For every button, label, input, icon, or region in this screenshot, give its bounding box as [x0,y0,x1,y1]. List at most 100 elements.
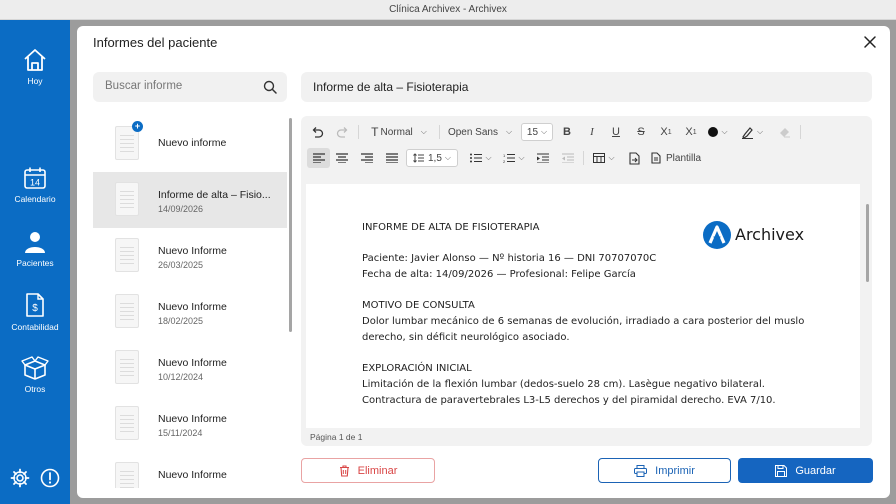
highlighter-icon [741,126,753,139]
box-icon [21,356,49,380]
editor-scrollbar[interactable] [866,204,869,282]
report-date: 26/03/2025 [158,260,204,270]
save-icon [775,464,788,477]
line-spacing-icon [413,153,424,163]
report-list: + Nuevo informe Informe de alta – Fisio.… [93,116,287,488]
sidebar-bottom-bar [0,468,70,490]
chevron-down-icon: ⌵ [608,153,615,162]
document-page[interactable]: INFORME DE ALTA DE FISIOTERAPIA Paciente… [306,184,860,428]
template-icon [651,152,661,164]
doc-line: derecho, sin déficit neurológico asociad… [362,332,570,343]
list-item[interactable]: Nuevo Informe 10/12/2024 [93,340,287,396]
calendar-icon: 14 [24,167,46,189]
sidebar-item-pacientes[interactable]: Pacientes [0,230,70,268]
document-icon [115,238,139,272]
template-label: Plantilla [666,152,702,164]
highlight-picker[interactable]: ⌵ [737,122,767,142]
document-icon [115,462,139,488]
delete-button[interactable]: Eliminar [301,458,435,483]
superscript-icon[interactable]: X1 [681,122,701,142]
chevron-down-icon: ⌵ [420,127,427,136]
report-date: 14/09/2026 [158,204,204,214]
text-style-select[interactable]: T Normal ⌵ [364,122,434,142]
doc-line: Fecha de alta: 14/09/2026 — Profesional:… [362,269,636,280]
strikethrough-icon[interactable]: S [631,122,651,142]
print-button[interactable]: Imprimir [598,458,731,483]
bullet-list-select[interactable]: ⌵ [467,148,495,168]
undo-icon[interactable] [307,122,327,142]
document-icon [115,294,139,328]
font-family-value: Open Sans [447,126,498,138]
outdent-icon[interactable] [558,148,578,168]
template-button[interactable]: Plantilla [651,148,707,168]
sidebar-item-calendario[interactable]: 14 Calendario [0,166,70,204]
list-item[interactable]: Nuevo Informe 18/02/2025 [93,284,287,340]
doc-line: Contractura de paravertebrales L3-L5 der… [362,395,776,406]
chevron-down-icon: ⌵ [518,153,525,162]
delete-label: Eliminar [357,464,398,477]
sidebar-item-label: Calendario [14,194,56,204]
report-name: Nuevo Informe [158,245,227,257]
list-item[interactable]: Informe de alta – Fisio... 14/09/2026 [93,172,287,228]
list-item[interactable]: Nuevo Informe [93,452,287,488]
search-input[interactable]: Buscar informe [93,72,287,102]
chevron-down-icon: ⌵ [721,127,728,136]
svg-text:14: 14 [30,178,40,188]
numbered-list-icon: 12 [503,153,516,163]
sidebar-item-contabilidad[interactable]: $ Contabilidad [0,292,70,332]
doc-line: Paciente: Javier Alonso — Nº historia 16… [362,253,657,264]
redo-icon[interactable] [332,122,352,142]
underline-icon[interactable]: U [606,122,626,142]
list-item-new-report[interactable]: + Nuevo informe [93,116,287,172]
sidebar: Hoy 14 Calendario Pacientes $ Contabilid… [0,20,70,504]
archivex-logo: Archivex [702,220,812,252]
indent-icon[interactable] [533,148,553,168]
chevron-down-icon: ⌵ [756,127,764,136]
logo-text: Archivex [735,225,805,244]
align-left-icon[interactable] [307,148,330,168]
italic-icon[interactable]: I [582,122,602,142]
text-color-picker[interactable]: ⌵ [705,122,731,142]
chevron-down-icon: ⌵ [541,127,548,136]
document-title-field[interactable]: Informe de alta – Fisioterapia [301,72,872,102]
line-spacing-select[interactable]: 1,5 ⌵ [406,149,458,167]
insert-page-icon[interactable] [624,148,644,168]
window-title: Clínica Archivex - Archivex [389,4,507,15]
sidebar-item-otros[interactable]: Otros [0,356,70,394]
sidebar-item-label: Otros [24,384,46,394]
bold-icon[interactable]: B [557,122,577,142]
document-icon [115,350,139,384]
font-family-select[interactable]: Open Sans ⌵ [443,122,517,142]
report-date: 18/02/2025 [158,316,204,326]
close-icon[interactable] [862,34,878,50]
document-icon [115,182,139,216]
clear-format-icon[interactable] [775,122,795,142]
subscript-icon[interactable]: X1 [656,122,676,142]
printer-icon [634,464,648,477]
list-scrollbar[interactable] [289,118,292,332]
svg-text:$: $ [32,303,38,314]
align-justify-icon[interactable] [382,148,402,168]
save-button[interactable]: Guardar [738,458,873,483]
chevron-down-icon: ⌵ [505,127,513,136]
toolbar-divider [439,125,440,139]
list-item[interactable]: Nuevo Informe 26/03/2025 [93,228,287,284]
font-size-select[interactable]: 15 ⌵ [521,123,553,141]
chevron-down-icon: ⌵ [444,153,451,162]
report-name: Nuevo Informe [158,301,227,313]
plus-icon: + [132,121,143,132]
table-select[interactable]: ⌵ [589,148,619,168]
list-item[interactable]: Nuevo Informe 15/11/2024 [93,396,287,452]
numbered-list-select[interactable]: 12 ⌵ [500,148,528,168]
gear-icon[interactable] [10,468,30,493]
report-date: 15/11/2024 [158,428,203,438]
align-center-icon[interactable] [332,148,352,168]
report-name: Informe de alta – Fisio... [158,189,271,201]
search-icon[interactable] [263,80,277,94]
document-title: Informe de alta – Fisioterapia [313,80,469,94]
align-right-icon[interactable] [357,148,377,168]
info-icon[interactable] [40,468,60,493]
rich-text-editor: T Normal ⌵ Open Sans ⌵ 15 ⌵ B I U S X1 X… [301,116,872,446]
save-label: Guardar [795,464,836,477]
sidebar-item-hoy[interactable]: Hoy [0,48,70,86]
